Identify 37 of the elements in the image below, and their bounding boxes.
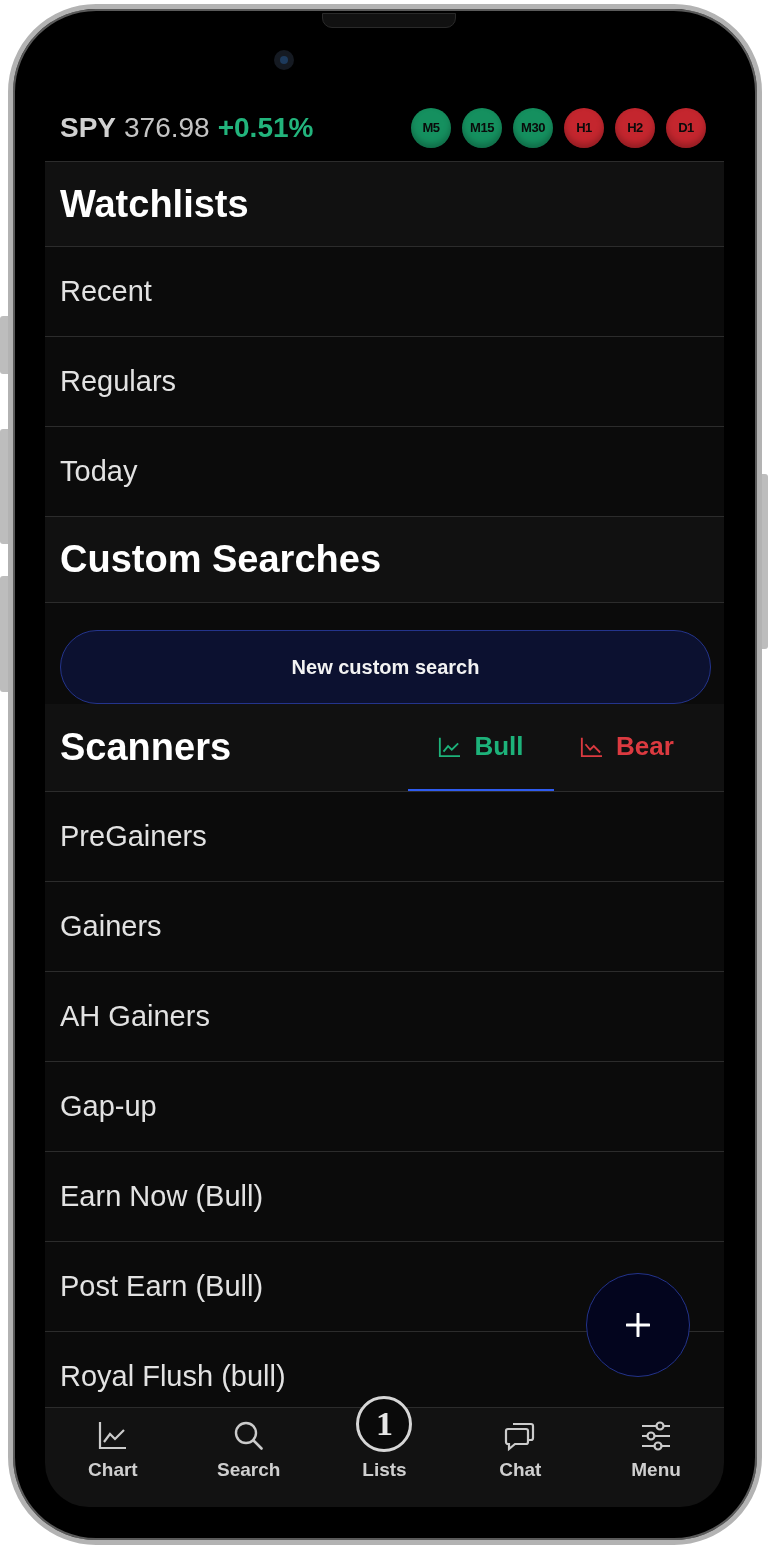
list-item[interactable]: PreGainers: [45, 792, 724, 882]
list-item[interactable]: Post Earn (Bull): [45, 1242, 724, 1332]
search-icon: [232, 1420, 265, 1452]
list-item[interactable]: Today: [45, 427, 724, 517]
nav-item[interactable]: Search: [213, 1420, 285, 1480]
timeframe-badge: H1: [564, 108, 604, 148]
sliders-icon: [640, 1420, 673, 1452]
list-item[interactable]: Gainers: [45, 882, 724, 972]
list-item[interactable]: Royal Flush (bull): [45, 1332, 724, 1407]
change-text: +0.51%: [217, 111, 314, 145]
list-item[interactable]: Gap-up: [45, 1062, 724, 1152]
section-title: Watchlists: [60, 181, 249, 227]
timeframe-badge: M30: [513, 108, 553, 148]
timeframe-badge: M15: [462, 108, 502, 148]
timeframe-badge: M5: [411, 108, 451, 148]
chart-down-icon: [580, 735, 603, 758]
nav-item[interactable]: Chat: [495, 1420, 546, 1480]
list-item[interactable]: Regulars: [45, 337, 724, 427]
section-title: Scanners: [60, 725, 232, 770]
chart-icon: [96, 1420, 129, 1452]
plus-icon: [626, 1313, 650, 1337]
list-item[interactable]: AH Gainers: [45, 972, 724, 1062]
front-camera-icon: [274, 50, 294, 70]
list-item[interactable]: Recent: [45, 247, 724, 337]
lists-logo: 1: [356, 1396, 413, 1452]
chat-icon: [504, 1420, 537, 1452]
new-search-button[interactable]: New custom search: [60, 630, 711, 704]
nav-item[interactable]: Chart: [84, 1420, 142, 1480]
price-text: 376.98: [124, 111, 210, 145]
timeframe-badge: H2: [615, 108, 655, 148]
ticker-symbol: SPY: [60, 111, 117, 145]
chart-up-icon: [438, 735, 461, 758]
timeframe-badge: D1: [666, 108, 706, 148]
nav-item[interactable]: Menu: [627, 1420, 685, 1480]
section-title: Custom Searches: [60, 537, 381, 582]
scanner-tab[interactable]: Bear: [554, 704, 700, 791]
list-item[interactable]: Earn Now (Bull): [45, 1152, 724, 1242]
